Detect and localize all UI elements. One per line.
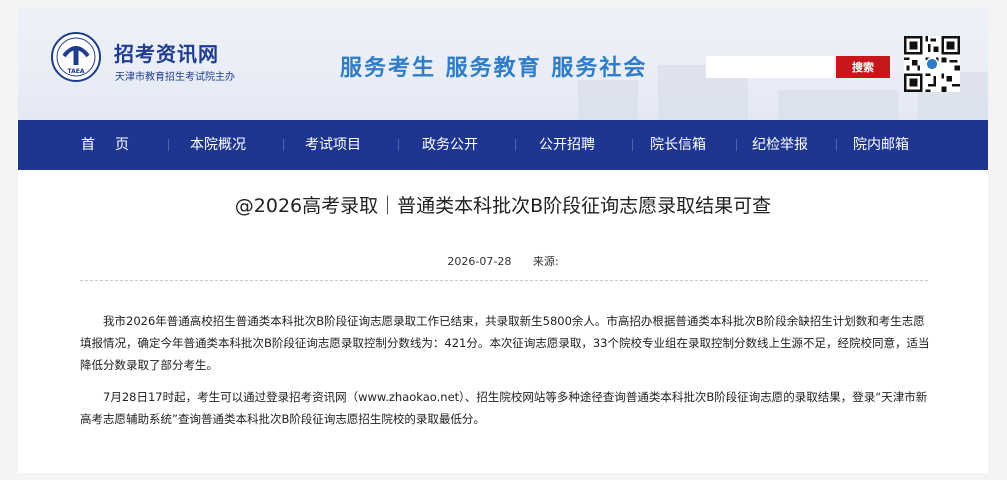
page: TAEA 招考资讯网 天津市教育招生考试院主办 服务考生 服务教育 服务社会 搜… (18, 8, 988, 473)
article-paragraph: 7月28日17时起，考生可以通过登录招考资讯网（www.zhaokao.net）… (80, 390, 928, 426)
nav-divider (283, 139, 284, 151)
qr-code-icon (904, 36, 960, 92)
site-title[interactable]: 招考资讯网 (114, 38, 219, 67)
slogan: 服务考生 服务教育 服务社会 (340, 55, 648, 81)
nav-divider (515, 139, 516, 151)
article-meta: 2026-07-28 来源: (18, 253, 988, 269)
site-subtitle: 天津市教育招生考试院主办 (115, 72, 235, 83)
content-divider (80, 280, 928, 281)
nav-item-home[interactable]: 首页 (70, 120, 160, 170)
background-building (778, 90, 898, 120)
nav-item-about[interactable]: 本院概况 (178, 120, 258, 170)
nav-item-internal-mail[interactable]: 院内邮箱 (841, 120, 921, 170)
article-source-label: 来源: (532, 255, 559, 268)
article-title: @2026高考录取｜普通类本科批次B阶段征询志愿录取结果可查 (234, 195, 772, 217)
nav-divider (736, 139, 737, 151)
article-date: 2026-07-28 (447, 255, 512, 268)
background-building (578, 80, 638, 120)
nav-divider (398, 139, 399, 151)
search-input[interactable] (706, 56, 834, 78)
nav-divider (836, 139, 837, 151)
emblem-text: TAEA (67, 68, 84, 75)
nav-item-discipline-report[interactable]: 纪检举报 (740, 120, 820, 170)
nav-item-exams[interactable]: 考试项目 (293, 120, 373, 170)
search-button[interactable]: 搜索 (836, 56, 890, 78)
site-header: TAEA 招考资讯网 天津市教育招生考试院主办 服务考生 服务教育 服务社会 搜… (18, 8, 988, 120)
nav-item-public-affairs[interactable]: 政务公开 (410, 120, 490, 170)
nav-divider (632, 139, 633, 151)
nav-divider (168, 139, 169, 151)
nav-item-president-mailbox[interactable]: 院长信箱 (638, 120, 718, 170)
logo-emblem-icon[interactable]: TAEA (51, 32, 101, 82)
nav-item-recruitment[interactable]: 公开招聘 (527, 120, 607, 170)
main-nav: 首页 本院概况 考试项目 政务公开 公开招聘 院长信箱 纪检举报 院内邮箱 (18, 120, 988, 170)
article-paragraph: 我市2026年普通高校招生普通类本科批次B阶段征询志愿录取工作已结束，共录取新生… (80, 314, 930, 372)
